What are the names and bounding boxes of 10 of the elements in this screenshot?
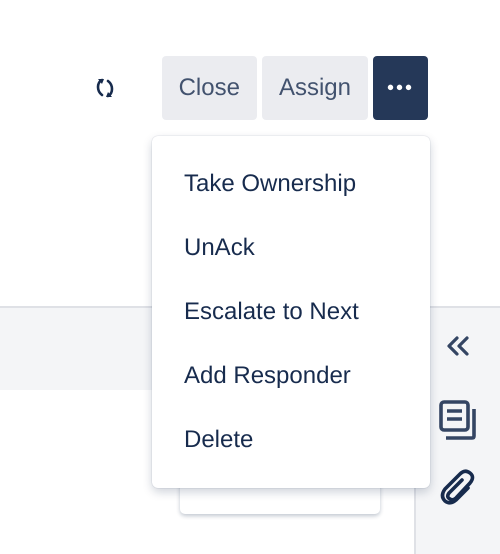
- document-icon[interactable]: [439, 400, 477, 440]
- menu-item[interactable]: Add Responder: [152, 344, 430, 408]
- toolbar-button[interactable]: Assign: [262, 56, 368, 120]
- menu-item[interactable]: Escalate to Next: [152, 280, 430, 344]
- toolbar-button[interactable]: Close: [162, 56, 257, 120]
- more-button[interactable]: •••: [372, 56, 428, 120]
- menu-item[interactable]: Take Ownership: [152, 152, 430, 216]
- paperclip-icon[interactable]: [440, 468, 476, 506]
- menu-item[interactable]: Delete: [152, 408, 430, 472]
- menu-item[interactable]: UnAck: [152, 216, 430, 280]
